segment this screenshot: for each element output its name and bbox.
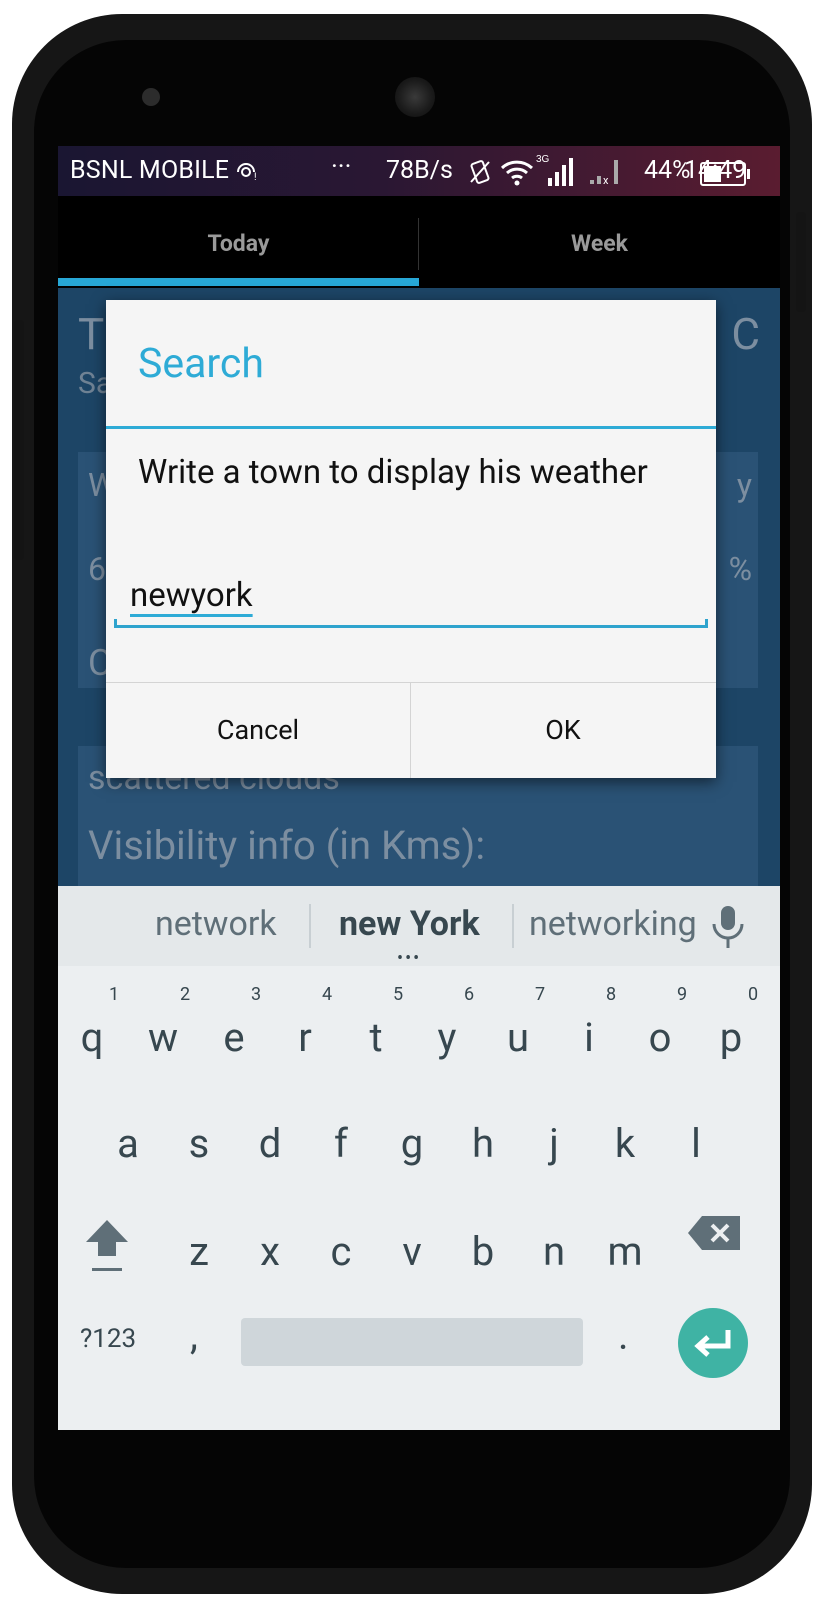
status-bar: BSNL MOBILE ! ··· 78B/s 3G x 44% 14:49 (58, 146, 780, 196)
suggestion-left[interactable]: network (155, 904, 277, 944)
suggestion-center[interactable]: new York (339, 904, 480, 944)
key-p[interactable]: p (696, 1014, 766, 1061)
key-hint-2: 2 (179, 984, 191, 1005)
key-hint-8: 8 (605, 984, 617, 1005)
card-label-right-partial: y (736, 466, 752, 504)
mic-icon[interactable] (708, 904, 748, 950)
key-l[interactable]: l (661, 1120, 731, 1167)
key-m[interactable]: m (590, 1228, 660, 1275)
key-hint-6: 6 (463, 984, 475, 1005)
key-g[interactable]: g (377, 1120, 447, 1167)
shift-icon[interactable] (80, 1214, 134, 1276)
key-k[interactable]: k (590, 1120, 660, 1167)
key-n[interactable]: n (519, 1228, 589, 1275)
signal-weak-icon: x (590, 160, 618, 186)
dialog-title: Search (138, 340, 264, 388)
key-u[interactable]: u (483, 1014, 553, 1061)
key-t[interactable]: t (341, 1014, 411, 1061)
key-hint-0: 0 (747, 984, 759, 1005)
svg-text:x: x (603, 174, 609, 186)
city-title-partial: T (78, 308, 105, 360)
more-suggestions-icon[interactable]: ••• (397, 948, 421, 969)
tab-bar: Today Week (58, 196, 780, 292)
town-input[interactable]: newyork (114, 566, 708, 628)
key-s[interactable]: s (164, 1120, 234, 1167)
space-bar[interactable] (241, 1318, 583, 1366)
svg-text:!: ! (254, 172, 257, 183)
screen: BSNL MOBILE ! ··· 78B/s 3G x 44% 14:49 T… (58, 146, 780, 1430)
card-value-right-partial: % (728, 550, 752, 588)
carrier-name: BSNL MOBILE (70, 156, 230, 185)
volume-button (14, 320, 24, 560)
key-hint-4: 4 (321, 984, 333, 1005)
more-notifications: ··· (331, 152, 352, 182)
key-v[interactable]: v (377, 1228, 447, 1275)
wifi-icon (500, 160, 534, 186)
tab-week[interactable]: Week (419, 196, 780, 292)
key-h[interactable]: h (448, 1120, 518, 1167)
visibility-label: Visibility info (in Kms): (88, 822, 486, 869)
dialog-message: Write a town to display his weather (138, 453, 648, 492)
key-o[interactable]: o (625, 1014, 695, 1061)
key-c[interactable]: c (306, 1228, 376, 1275)
svg-text:3G: 3G (536, 154, 550, 165)
period-key[interactable]: . (618, 1312, 629, 1359)
key-r[interactable]: r (270, 1014, 340, 1061)
soft-keyboard: network new York networking ••• q 1w 2e 3r 4… (58, 886, 780, 1430)
town-input-value[interactable]: newyork (130, 576, 253, 615)
hotspot-icon: ! (237, 163, 257, 183)
suggestion-strip: network new York networking ••• (58, 886, 780, 969)
clock: 14:49 (684, 156, 747, 185)
backspace-icon[interactable] (688, 1216, 740, 1250)
key-hint-5: 5 (392, 984, 404, 1005)
key-z[interactable]: z (164, 1228, 234, 1275)
key-hint-3: 3 (250, 984, 262, 1005)
suggestion-right[interactable]: networking (529, 904, 697, 944)
front-camera (142, 88, 160, 106)
vibrate-icon (470, 160, 490, 184)
enter-icon (694, 1330, 731, 1357)
card-value-partial: 6 (88, 550, 106, 588)
symbols-key[interactable]: ?123 (80, 1324, 136, 1354)
power-button (796, 212, 806, 312)
suggestion-separator (309, 904, 311, 948)
enter-key[interactable] (678, 1308, 748, 1378)
cancel-button[interactable]: Cancel (106, 683, 410, 778)
temperature-unit-partial: C (731, 308, 760, 360)
key-i[interactable]: i (554, 1014, 624, 1061)
ok-button[interactable]: OK (411, 683, 715, 778)
key-j[interactable]: j (519, 1120, 589, 1167)
key-q[interactable]: q (58, 1014, 127, 1061)
key-e[interactable]: e (199, 1014, 269, 1061)
tab-indicator (58, 278, 419, 286)
search-dialog: Search Write a town to display his weath… (106, 300, 716, 778)
key-y[interactable]: y (412, 1014, 482, 1061)
dialog-title-divider (106, 426, 716, 429)
network-speed: 78B/s (386, 156, 453, 185)
key-hint-7: 7 (534, 984, 546, 1005)
suggestion-separator (512, 904, 514, 948)
key-a[interactable]: a (93, 1120, 163, 1167)
comma-key[interactable]: , (190, 1312, 198, 1359)
key-d[interactable]: d (235, 1120, 305, 1167)
signal-3g-icon: 3G (536, 154, 573, 186)
key-w[interactable]: w (128, 1014, 198, 1061)
key-hint-1: 1 (108, 984, 120, 1005)
earpiece-speaker (395, 77, 435, 117)
key-b[interactable]: b (448, 1228, 518, 1275)
key-x[interactable]: x (235, 1228, 305, 1275)
key-f[interactable]: f (306, 1120, 376, 1167)
key-hint-9: 9 (676, 984, 688, 1005)
input-underline (114, 619, 708, 628)
